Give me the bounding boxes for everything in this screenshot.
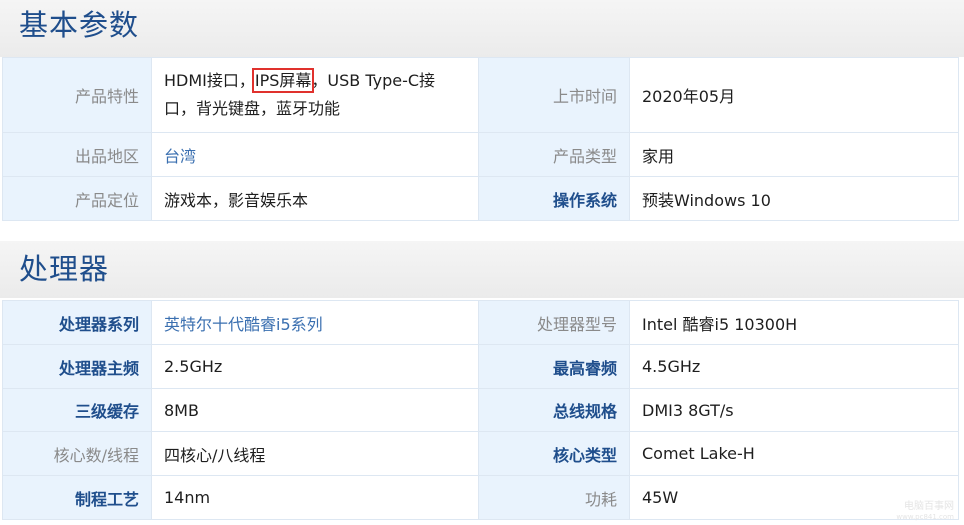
spec-label-cores-threads: 核心数/线程	[2, 431, 152, 476]
cpu-section-title: 处理器	[19, 252, 110, 286]
spec-value-features: HDMI接口，IPS屏幕，USB Type-C接口，背光键盘，蓝牙功能	[151, 57, 479, 133]
spec-value-turbo-clock: 4.5GHz	[629, 344, 959, 389]
spec-label-bus[interactable]: 总线规格	[478, 388, 630, 432]
spec-label-os[interactable]: 操作系统	[478, 176, 630, 221]
spec-value-release-date: 2020年05月	[629, 57, 959, 133]
spec-label-origin: 出品地区	[2, 132, 152, 177]
spec-label-tdp: 功耗	[478, 475, 630, 520]
table-row: 产品特性 HDMI接口，IPS屏幕，USB Type-C接口，背光键盘，蓝牙功能…	[2, 57, 959, 133]
table-row: 出品地区 台湾 产品类型 家用	[2, 132, 959, 177]
spec-label-core-type[interactable]: 核心类型	[478, 431, 630, 476]
spec-value-core-type: Comet Lake-H	[629, 431, 959, 476]
watermark-line2: www.pc841.com	[896, 512, 954, 521]
table-row: 核心数/线程 四核心/八线程 核心类型 Comet Lake-H	[2, 431, 959, 476]
spec-value-os: 预装Windows 10	[629, 176, 959, 221]
highlighted-ips-screen: IPS屏幕	[251, 68, 315, 93]
table-row: 产品定位 游戏本，影音娱乐本 操作系统 预装Windows 10	[2, 176, 959, 221]
cpu-spec-table: 处理器系列 英特尔十代酷睿i5系列 处理器型号 Intel 酷睿i5 10300…	[2, 300, 959, 520]
watermark-logo: 电脑百事网 www.pc841.com	[896, 501, 954, 521]
spec-label-process[interactable]: 制程工艺	[2, 475, 152, 520]
table-row: 三级缓存 8MB 总线规格 DMI3 8GT/s	[2, 388, 959, 432]
spec-label-product-type: 产品类型	[478, 132, 630, 177]
spec-label-l3-cache[interactable]: 三级缓存	[2, 388, 152, 432]
spec-value-positioning: 游戏本，影音娱乐本	[151, 176, 479, 221]
spec-label-features: 产品特性	[2, 57, 152, 133]
basic-spec-table: 产品特性 HDMI接口，IPS屏幕，USB Type-C接口，背光键盘，蓝牙功能…	[2, 57, 959, 221]
spec-label-base-clock[interactable]: 处理器主频	[2, 344, 152, 389]
table-row: 制程工艺 14nm 功耗 45W	[2, 475, 959, 520]
spec-value-cores-threads: 四核心/八线程	[151, 431, 479, 476]
watermark-line1: 电脑百事网	[904, 500, 954, 512]
spec-value-bus: DMI3 8GT/s	[629, 388, 959, 432]
spec-label-cpu-series[interactable]: 处理器系列	[2, 300, 152, 345]
spec-value-origin[interactable]: 台湾	[151, 132, 479, 177]
spec-label-cpu-model: 处理器型号	[478, 300, 630, 345]
spec-label-turbo-clock[interactable]: 最高睿频	[478, 344, 630, 389]
table-row: 处理器主频 2.5GHz 最高睿频 4.5GHz	[2, 344, 959, 389]
spec-value-process: 14nm	[151, 475, 479, 520]
table-row: 处理器系列 英特尔十代酷睿i5系列 处理器型号 Intel 酷睿i5 10300…	[2, 300, 959, 345]
spec-value-base-clock: 2.5GHz	[151, 344, 479, 389]
spec-label-release-date: 上市时间	[478, 57, 630, 133]
features-text-part1: HDMI接口，	[164, 71, 255, 90]
spec-value-l3-cache: 8MB	[151, 388, 479, 432]
basic-section-title: 基本参数	[19, 8, 140, 42]
cpu-section-header: 处理器	[0, 241, 964, 298]
spec-value-cpu-model: Intel 酷睿i5 10300H	[629, 300, 959, 345]
basic-section-header: 基本参数	[0, 0, 964, 57]
spec-label-positioning: 产品定位	[2, 176, 152, 221]
spec-value-product-type: 家用	[629, 132, 959, 177]
spec-value-cpu-series[interactable]: 英特尔十代酷睿i5系列	[151, 300, 479, 345]
